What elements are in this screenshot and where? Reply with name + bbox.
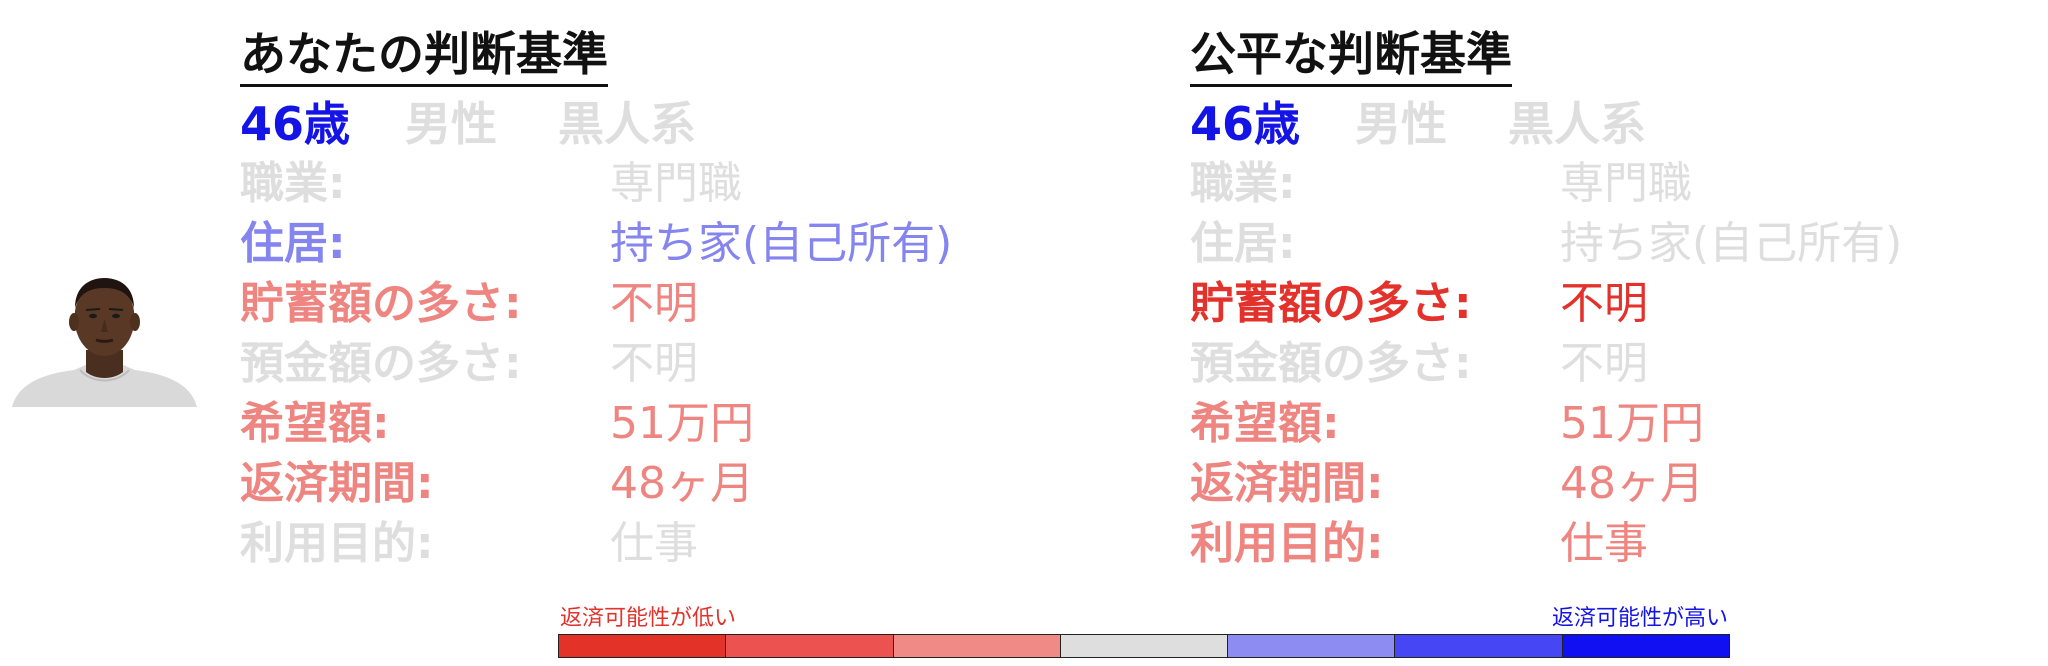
attribute-value: 51万円 (1560, 398, 1704, 449)
attribute-label: 住居: (1190, 218, 1296, 269)
scale-low-label: 返済可能性が低い (560, 606, 737, 631)
scale-high-label: 返済可能性が高い (1551, 606, 1728, 631)
age-label: 46歳 (240, 97, 351, 151)
scale-segment (893, 635, 1061, 657)
attribute-row: 住居: 持ち家(自己所有) (240, 214, 1100, 274)
attribute-value: 51万円 (610, 398, 754, 449)
attribute-value: 不明 (1560, 278, 1648, 329)
attribute-label: 返済期間: (240, 458, 434, 509)
attribute-value: 仕事 (610, 518, 698, 569)
attribute-label: 利用目的: (240, 518, 434, 569)
attribute-value: 48ヶ月 (1560, 458, 1704, 509)
race-label: 黒人系 (1508, 97, 1646, 151)
attribute-row: 希望額: 51万円 (1190, 394, 2048, 454)
attribute-row: 利用目的: 仕事 (1190, 514, 2048, 574)
gender-label: 男性 (1355, 97, 1447, 151)
attribute-value: 仕事 (1560, 518, 1648, 569)
attribute-row: 返済期間: 48ヶ月 (1190, 454, 2048, 514)
person-photo-icon (12, 278, 197, 407)
scale-segment (726, 635, 894, 657)
attribute-row: 預金額の多さ: 不明 (1190, 334, 2048, 394)
applicant-avatar (12, 272, 197, 407)
attribute-label: 貯蓄額の多さ: (1190, 278, 1472, 329)
scale-segment (1228, 635, 1396, 657)
scale-segment (1562, 635, 1729, 657)
attribute-value: 不明 (610, 278, 698, 329)
attribute-label: 希望額: (1190, 398, 1340, 449)
attribute-value: 不明 (1560, 338, 1648, 389)
attribute-value: 専門職 (610, 158, 742, 209)
attribute-row: 返済期間: 48ヶ月 (240, 454, 1100, 514)
attribute-label: 貯蓄額の多さ: (240, 278, 522, 329)
race-label: 黒人系 (558, 97, 696, 151)
age-label: 46歳 (1190, 97, 1301, 151)
scale-segment (1060, 635, 1229, 657)
attribute-row: 預金額の多さ: 不明 (240, 334, 1100, 394)
attribute-label: 預金額の多さ: (1190, 338, 1472, 389)
panel-title: あなたの判断基準 (240, 24, 608, 87)
attribute-label: 住居: (240, 218, 346, 269)
attribute-value: 持ち家(自己所有) (610, 218, 953, 269)
attribute-label: 職業: (1190, 158, 1296, 209)
attribute-label: 希望額: (240, 398, 390, 449)
attribute-row: 利用目的: 仕事 (240, 514, 1100, 574)
attribute-label: 預金額の多さ: (240, 338, 522, 389)
gender-label: 男性 (405, 97, 497, 151)
color-scale-bar (558, 634, 1730, 658)
attribute-value: 専門職 (1560, 158, 1692, 209)
scale-segment (1395, 635, 1563, 657)
attribute-value: 不明 (610, 338, 698, 389)
attribute-row: 職業: 専門職 (240, 154, 1100, 214)
attribute-row: 希望額: 51万円 (240, 394, 1100, 454)
attribute-label: 利用目的: (1190, 518, 1384, 569)
attribute-row: 貯蓄額の多さ: 不明 (1190, 274, 2048, 334)
attribute-value: 48ヶ月 (610, 458, 754, 509)
repayment-likelihood-scale: 返済可能性が低い 返済可能性が高い (558, 606, 1730, 658)
panel-title: 公平な判断基準 (1190, 24, 1512, 87)
attribute-row: 職業: 専門職 (1190, 154, 2048, 214)
attribute-label: 職業: (240, 158, 346, 209)
attribute-value: 持ち家(自己所有) (1560, 218, 1903, 269)
attribute-row: 住居: 持ち家(自己所有) (1190, 214, 2048, 274)
attribute-label: 返済期間: (1190, 458, 1384, 509)
scale-segment (559, 635, 727, 657)
attribute-row: 貯蓄額の多さ: 不明 (240, 274, 1100, 334)
